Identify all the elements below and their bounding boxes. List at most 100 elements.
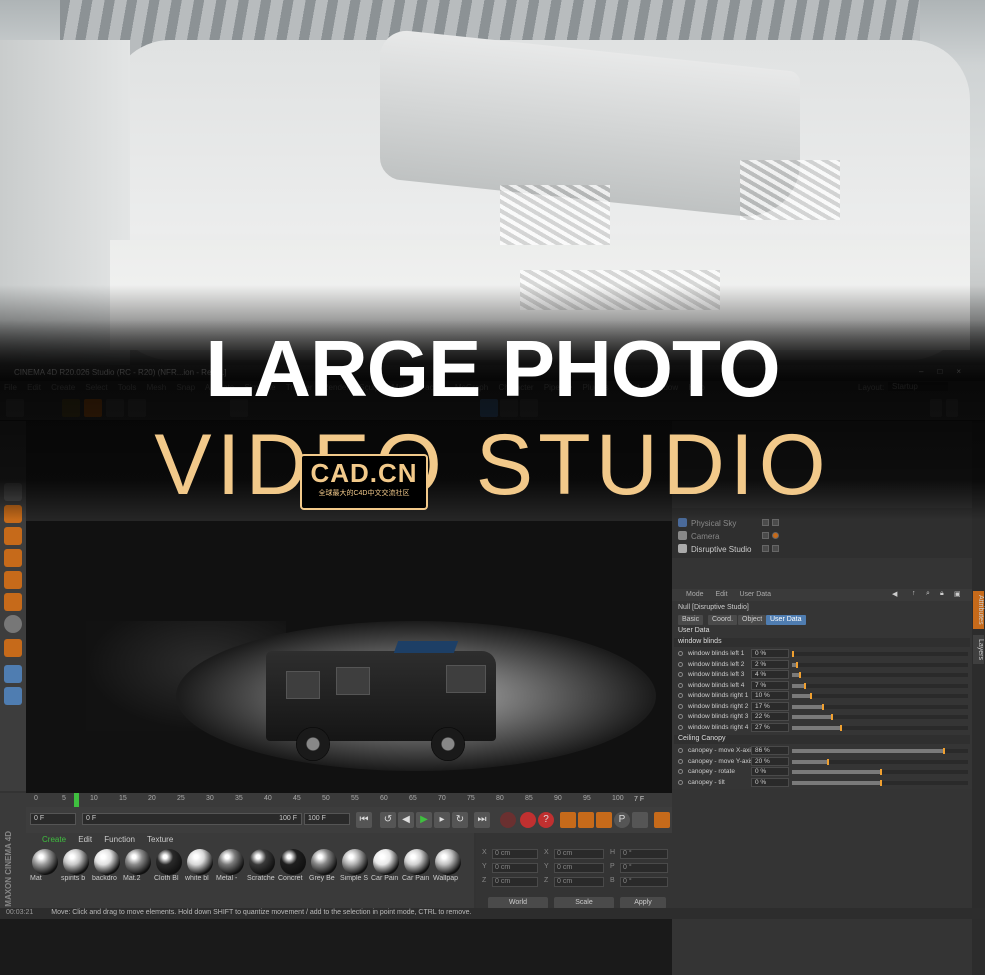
param-slider[interactable] [792,724,968,731]
mat-menu-texture[interactable]: Texture [147,835,173,844]
tab-object[interactable]: Object [738,615,767,625]
tab-coord[interactable]: Coord. [708,615,738,625]
coord-field[interactable]: 0 cm [554,863,604,873]
attr-menu-userdata[interactable]: User Data [739,591,771,598]
material-slot[interactable]: white bl [185,849,215,889]
timeline-window-icon[interactable] [654,812,670,828]
position-key-icon[interactable] [560,812,576,828]
param-value-field[interactable]: 17 % [751,701,789,711]
material-slot[interactable]: Scratche [247,849,277,889]
material-slot[interactable]: Car Pain [371,849,401,889]
animate-dot-icon[interactable] [678,714,683,719]
section-header[interactable]: window blinds [674,638,970,647]
polygons-mode-icon[interactable] [4,549,22,567]
param-key-icon[interactable]: P [614,812,630,828]
material-slot[interactable]: Concret [278,849,308,889]
animate-dot-icon[interactable] [678,693,683,698]
param-slider[interactable] [792,779,968,786]
start-frame-field[interactable]: 0 F [30,813,76,825]
animate-dot-icon[interactable] [678,779,683,785]
param-value-field[interactable]: 4 % [751,670,789,679]
playhead[interactable] [74,793,79,807]
autokey-icon[interactable] [520,812,536,828]
param-slider[interactable] [792,748,968,754]
param-value-field[interactable]: 0 % [751,649,789,658]
search-icon[interactable]: ⌕ [926,590,930,598]
prev-key-icon[interactable]: ↺ [380,812,396,828]
preview-range-slider[interactable]: 0 F 100 F [82,813,302,825]
param-slider[interactable] [792,758,968,765]
side-tab-layers[interactable]: Layers [973,635,984,665]
param-value-field[interactable]: 7 % [751,680,789,690]
grid-icon[interactable] [4,687,22,705]
slider-knob[interactable] [827,758,830,765]
next-frame-icon[interactable]: ▸ [434,812,450,828]
pla-key-icon[interactable] [632,812,648,828]
material-slot[interactable]: spirits b [61,849,91,889]
param-slider[interactable] [792,693,968,699]
param-slider[interactable] [792,703,968,710]
goto-end-icon[interactable]: ⏭ [474,812,490,828]
mat-menu-edit[interactable]: Edit [78,835,92,844]
mat-menu-function[interactable]: Function [104,835,135,844]
object-row-camera[interactable]: Camera [678,531,779,544]
side-tab-attributes[interactable]: Attributes [973,591,984,629]
param-value-field[interactable]: 22 % [751,712,789,721]
animate-dot-icon[interactable] [678,651,683,656]
animate-dot-icon[interactable] [678,758,683,764]
slider-knob[interactable] [880,769,882,775]
prev-frame-icon[interactable]: ◀ [398,812,414,828]
coord-field[interactable]: 0 cm [554,877,604,887]
param-slider[interactable] [792,714,968,720]
slider-knob[interactable] [943,748,946,754]
param-slider[interactable] [792,682,968,689]
material-slot[interactable]: Mat [30,849,60,889]
rotation-key-icon[interactable] [596,812,612,828]
material-slot[interactable]: Simple S [340,849,370,889]
edges-mode-icon[interactable] [4,527,22,545]
param-value-field[interactable]: 10 % [751,691,789,700]
workplane-icon[interactable] [4,665,22,683]
slider-knob[interactable] [799,672,802,678]
coord-field[interactable]: 0 cm [554,849,604,859]
new-panel-icon[interactable]: ▣ [954,590,961,598]
axis-mode-icon[interactable] [4,571,22,589]
food-truck-model[interactable] [266,641,506,761]
material-slot[interactable]: Metal - [216,849,246,889]
attr-menu-edit[interactable]: Edit [715,591,727,598]
coord-field[interactable]: 0 cm [492,849,538,859]
coord-field[interactable]: 0 ° [620,849,668,859]
tweak-icon[interactable] [4,593,22,611]
param-value-field[interactable]: 0 % [751,777,789,787]
material-slot[interactable]: Mat.2 [123,849,153,889]
slider-knob[interactable] [804,682,807,689]
animate-dot-icon[interactable] [678,672,683,677]
slider-knob[interactable] [792,651,794,657]
scale-key-icon[interactable] [578,812,594,828]
animate-dot-icon[interactable] [678,682,683,688]
goto-start-icon[interactable]: ⏮ [356,812,372,828]
slider-knob[interactable] [809,693,812,699]
lock-icon[interactable]: 🔒︎ [940,590,944,598]
back-arrow-icon[interactable]: ◀ [892,590,897,598]
coord-field[interactable]: 0 ° [620,863,668,873]
mat-menu-create[interactable]: Create [42,835,66,844]
param-slider[interactable] [792,769,968,775]
play-icon[interactable]: ▶ [416,812,432,828]
param-slider[interactable] [792,651,968,657]
keyframe-selection-icon[interactable]: ? [538,812,554,828]
tab-user-data[interactable]: User Data [766,615,806,625]
slider-knob[interactable] [880,779,882,786]
tab-basic[interactable]: Basic [678,615,704,625]
timeline-ruler[interactable]: 0 5 10 15 20 25 30 35 40 45 50 55 60 65 … [26,793,630,807]
record-keys-icon[interactable] [500,812,516,828]
attr-menu-mode[interactable]: Mode [686,591,704,598]
slider-knob[interactable] [821,703,824,710]
param-value-field[interactable]: 20 % [751,756,789,766]
animate-dot-icon[interactable] [678,703,683,709]
coord-field[interactable]: 0 ° [620,877,668,887]
animate-dot-icon[interactable] [678,661,683,667]
object-row-disruptive-studio[interactable]: Disruptive Studio [678,544,779,557]
param-slider[interactable] [792,661,968,668]
material-slot[interactable]: Car Pain [402,849,432,889]
